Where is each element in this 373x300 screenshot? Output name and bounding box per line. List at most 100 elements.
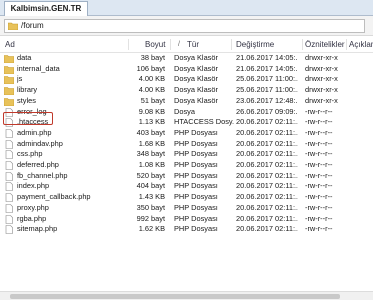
file-permissions: -rw-r--r--	[305, 160, 333, 169]
file-type: PHP Dosyası	[174, 181, 218, 191]
file-row[interactable]: error_log 9.08 KB Dosya 26.06.2017 09:09:..…	[0, 107, 373, 118]
file-size: 4.00 KB	[138, 85, 165, 95]
folder-icon	[4, 76, 14, 85]
file-icon	[5, 214, 13, 224]
column-separator[interactable]	[170, 39, 171, 50]
file-icon	[5, 225, 13, 234]
file-row[interactable]: fb_channel.php 520 bayt PHP Dosyası 20.06.2…	[0, 171, 373, 182]
column-description[interactable]: Açıklam	[349, 36, 373, 53]
file-icon	[5, 161, 13, 170]
file-size: 1.62 KB	[138, 224, 165, 234]
file-modified: 25.06.2017 11:00:...	[236, 74, 298, 84]
scrollbar-thumb[interactable]	[10, 294, 340, 299]
file-name: payment_callback.php	[17, 192, 91, 202]
file-size: 1.08 KB	[138, 160, 165, 169]
file-type: PHP Dosyası	[174, 127, 218, 137]
file-row[interactable]: rgba.php 992 bayt PHP Dosyası 20.06.2017 02…	[0, 214, 373, 225]
column-permissions[interactable]: Öznitelikler	[305, 36, 345, 53]
file-permissions: -rw-r--r--	[305, 117, 333, 127]
column-separator[interactable]	[128, 39, 129, 50]
file-permissions: -rw-r--r--	[305, 213, 333, 223]
path-input[interactable]: /forum	[4, 19, 365, 33]
file-row[interactable]: index.php 404 bayt PHP Dosyası 20.06.2017 0…	[0, 181, 373, 192]
file-permissions: -rw-r--r--	[305, 170, 333, 180]
file-name: admin.php	[17, 127, 52, 137]
file-permissions: drwxr-xr-x	[305, 63, 338, 73]
file-icon	[5, 150, 13, 160]
file-row[interactable]: admin.php 403 bayt PHP Dosyası 20.06.2017 0…	[0, 128, 373, 139]
file-type: Dosya Klasör	[174, 95, 218, 105]
file-type: PHP Dosyası	[174, 192, 218, 202]
file-permissions: -rw-r--r--	[305, 106, 333, 116]
file-permissions: -rw-r--r--	[305, 181, 333, 191]
file-type: HTACCESS Dosy...	[174, 117, 234, 127]
file-type: PHP Dosyası	[174, 160, 218, 169]
column-separator[interactable]	[346, 39, 347, 50]
file-name: internal_data	[17, 63, 60, 73]
column-separator[interactable]	[231, 39, 232, 50]
file-icon	[5, 129, 13, 138]
file-size: 1.13 KB	[138, 117, 165, 127]
file-name: deferred.php	[17, 160, 59, 169]
file-modified: 20.06.2017 02:11:...	[236, 170, 298, 180]
file-name: index.php	[17, 181, 50, 191]
folder-icon	[4, 65, 14, 74]
file-row[interactable]: deferred.php 1.08 KB PHP Dosyası 20.06.2017…	[0, 160, 373, 171]
file-type: Dosya Klasör	[174, 74, 218, 84]
file-size: 403 bayt	[136, 127, 165, 137]
file-type: Dosya Klasör	[174, 53, 218, 62]
file-row[interactable]: admindav.php 1.68 KB PHP Dosyası 20.06.2017…	[0, 139, 373, 150]
file-type: Dosya Klasör	[174, 63, 218, 73]
file-type: PHP Dosyası	[174, 224, 218, 234]
file-modified: 20.06.2017 02:11:...	[236, 224, 298, 234]
file-permissions: -rw-r--r--	[305, 224, 333, 234]
file-modified: 20.06.2017 02:11:...	[236, 181, 298, 191]
file-permissions: -rw-r--r--	[305, 149, 333, 159]
file-icon	[5, 203, 13, 213]
file-row[interactable]: sitemap.php 1.62 KB PHP Dosyası 20.06.2017 …	[0, 224, 373, 235]
file-modified: 21.06.2017 14:05:...	[236, 53, 298, 62]
sort-arrow-icon: /	[178, 41, 180, 48]
column-name[interactable]: Ad	[5, 36, 15, 53]
file-name: library	[17, 85, 38, 95]
folder-icon	[4, 87, 14, 96]
file-row[interactable]: library 4.00 KB Dosya Klasör 25.06.2017 11:…	[0, 85, 373, 96]
file-modified: 20.06.2017 02:11:...	[236, 149, 298, 159]
file-row[interactable]: .htaccess 1.13 KB HTACCESS Dosy... 20.06.20…	[0, 117, 373, 128]
file-name: styles	[17, 95, 36, 105]
file-size: 1.68 KB	[138, 138, 165, 148]
file-name: sitemap.php	[17, 224, 58, 234]
file-modified: 20.06.2017 02:11:...	[236, 192, 298, 202]
file-row[interactable]: internal_data 106 bayt Dosya Klasör 21.06.2…	[0, 64, 373, 75]
path-bar: /forum	[0, 16, 373, 36]
file-modified: 20.06.2017 02:11:...	[236, 160, 298, 169]
file-size: 992 bayt	[136, 213, 165, 223]
file-modified: 23.06.2017 12:48:...	[236, 95, 298, 105]
file-size: 38 bayt	[140, 53, 165, 62]
file-permissions: -rw-r--r--	[305, 202, 333, 212]
file-row[interactable]: js 4.00 KB Dosya Klasör 25.06.2017 11:00:..…	[0, 74, 373, 85]
file-name: css.php	[17, 149, 43, 159]
file-icon	[5, 139, 13, 149]
file-modified: 20.06.2017 02:11:...	[236, 127, 298, 137]
file-modified: 20.06.2017 02:11:...	[236, 213, 298, 223]
file-row[interactable]: styles 51 bayt Dosya Klasör 23.06.2017 12:4…	[0, 96, 373, 107]
file-type: PHP Dosyası	[174, 138, 218, 148]
file-size: 4.00 KB	[138, 74, 165, 84]
file-name: admindav.php	[17, 138, 63, 148]
file-row[interactable]: data 38 bayt Dosya Klasör 21.06.2017 14:05:…	[0, 53, 373, 64]
column-type[interactable]: Tür	[187, 36, 199, 53]
file-icon	[5, 193, 13, 202]
file-size: 1.43 KB	[138, 192, 165, 202]
file-size: 106 bayt	[136, 63, 165, 73]
file-size: 350 bayt	[136, 202, 165, 212]
file-size: 404 bayt	[136, 181, 165, 191]
file-row[interactable]: css.php 348 bayt PHP Dosyası 20.06.2017 02:…	[0, 149, 373, 160]
tab-site[interactable]: Kalbimsin.GEN.TR	[4, 1, 88, 16]
horizontal-scrollbar[interactable]	[0, 291, 373, 300]
column-separator[interactable]	[302, 39, 303, 50]
file-row[interactable]: proxy.php 350 bayt PHP Dosyası 20.06.2017 0…	[0, 203, 373, 214]
column-modified[interactable]: Değiştirme	[236, 36, 274, 53]
file-row[interactable]: payment_callback.php 1.43 KB PHP Dosyası 20…	[0, 192, 373, 203]
column-size[interactable]: Boyut	[145, 36, 165, 53]
